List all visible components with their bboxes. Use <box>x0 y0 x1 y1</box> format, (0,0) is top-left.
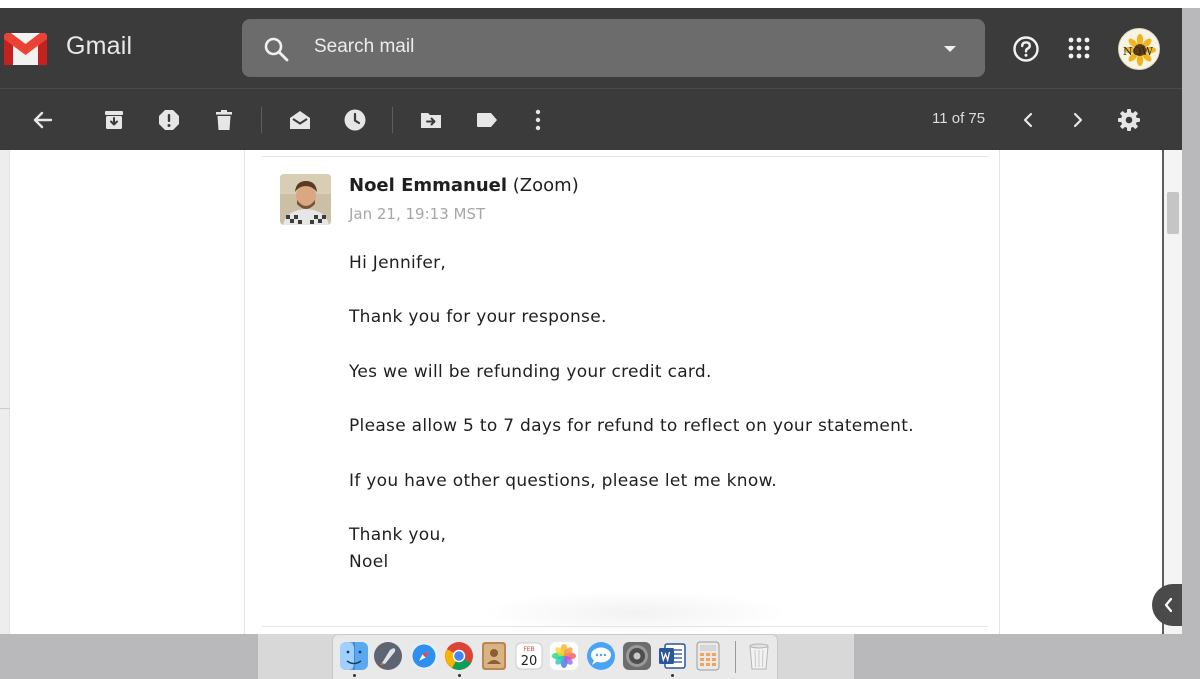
messages-icon[interactable] <box>586 641 616 671</box>
calendar-icon[interactable]: FEB 20 <box>514 641 544 671</box>
sender-name-text: Noel Emmanuel <box>349 175 508 196</box>
chrome-icon[interactable] <box>444 641 474 671</box>
toolbar-divider <box>261 107 262 133</box>
chevron-right-icon[interactable] <box>1066 108 1090 132</box>
body-paragraph: Please allow 5 to 7 days for refund to r… <box>349 416 914 437</box>
header-bar: Gmail Search mail NOW <box>0 8 1182 88</box>
chevron-left-icon[interactable] <box>1016 108 1040 132</box>
running-indicator <box>353 674 356 677</box>
left-nav-rail <box>0 150 10 634</box>
finder-icon[interactable] <box>339 641 369 671</box>
toolbar-divider <box>392 107 393 133</box>
more-icon[interactable] <box>526 108 550 132</box>
message-toolbar: 11 of 75 <box>0 88 1182 150</box>
snooze-icon[interactable] <box>343 108 367 132</box>
chevron-left-icon <box>1164 597 1173 613</box>
microsoft-word-icon[interactable] <box>657 641 687 671</box>
help-icon[interactable] <box>1012 35 1040 63</box>
label-icon[interactable] <box>475 108 499 132</box>
calendar-day: 20 <box>521 654 538 669</box>
body-paragraph: If you have other questions, please let … <box>349 470 777 491</box>
contacts-icon[interactable] <box>479 641 509 671</box>
side-panel-toggle[interactable] <box>1152 584 1182 626</box>
body-paragraph: Yes we will be refunding your credit car… <box>349 361 712 382</box>
calculator-icon[interactable] <box>693 641 723 671</box>
photos-icon[interactable] <box>549 641 579 671</box>
settings-gear-icon[interactable] <box>1117 108 1141 132</box>
message-footer-shadow <box>480 590 790 634</box>
message-view: Noel Emmanuel (Zoom) Jan 21, 19:13 MST H… <box>0 150 1182 634</box>
body-paragraph: Hi Jennifer, <box>349 253 447 273</box>
trash-icon[interactable] <box>744 641 774 671</box>
scrollbar-thumb[interactable] <box>1167 192 1179 234</box>
pagination-count: 11 of 75 <box>932 110 986 127</box>
sender-photo-icon <box>280 174 331 225</box>
avatar-initials: NOW <box>1123 45 1154 58</box>
dock-separator <box>735 641 736 673</box>
search-input[interactable]: Search mail <box>314 36 414 58</box>
message-divider-top <box>262 156 988 157</box>
message-divider-bottom <box>262 626 988 627</box>
sender-avatar[interactable] <box>280 174 331 225</box>
rail-divider <box>0 408 10 409</box>
window-top-edge <box>0 0 1200 8</box>
scrollbar[interactable] <box>1164 150 1182 634</box>
running-indicator <box>458 674 461 677</box>
apps-grid-icon[interactable] <box>1068 37 1090 59</box>
message-signature: Noel <box>349 551 389 572</box>
account-avatar[interactable]: NOW <box>1118 28 1160 70</box>
move-to-icon[interactable] <box>419 108 443 132</box>
gmail-logo-icon[interactable] <box>3 32 48 66</box>
gmail-window: Gmail Search mail NOW 11 of 75 Noel Emma… <box>0 8 1182 634</box>
delete-icon[interactable] <box>212 108 236 132</box>
message-signoff: Thank you, <box>349 524 447 545</box>
archive-icon[interactable] <box>102 108 126 132</box>
calendar-month: FEB <box>523 646 534 653</box>
search-icon[interactable] <box>263 36 289 62</box>
macos-dock: FEB 20 <box>332 634 778 679</box>
gmail-wordmark[interactable]: Gmail <box>66 32 132 61</box>
back-arrow-icon[interactable] <box>31 108 55 132</box>
message-body: Hi Jennifer, Thank you for your response… <box>349 250 989 576</box>
body-paragraph: Thank you for your response. <box>349 307 607 328</box>
sender-name[interactable]: Noel Emmanuel (Zoom) <box>349 175 579 196</box>
safari-icon[interactable] <box>409 641 439 671</box>
running-indicator <box>671 674 674 677</box>
dropdown-arrow-icon[interactable] <box>943 44 957 54</box>
report-spam-icon[interactable] <box>157 108 181 132</box>
launchpad-icon[interactable] <box>373 641 403 671</box>
mark-unread-icon[interactable] <box>288 108 312 132</box>
message-date: Jan 21, 19:13 MST <box>349 205 486 223</box>
sunflower-logo-icon: NOW <box>1119 29 1159 69</box>
search-bar[interactable]: Search mail <box>242 19 985 77</box>
system-preferences-icon[interactable] <box>622 641 652 671</box>
sender-organization: (Zoom) <box>512 175 579 196</box>
